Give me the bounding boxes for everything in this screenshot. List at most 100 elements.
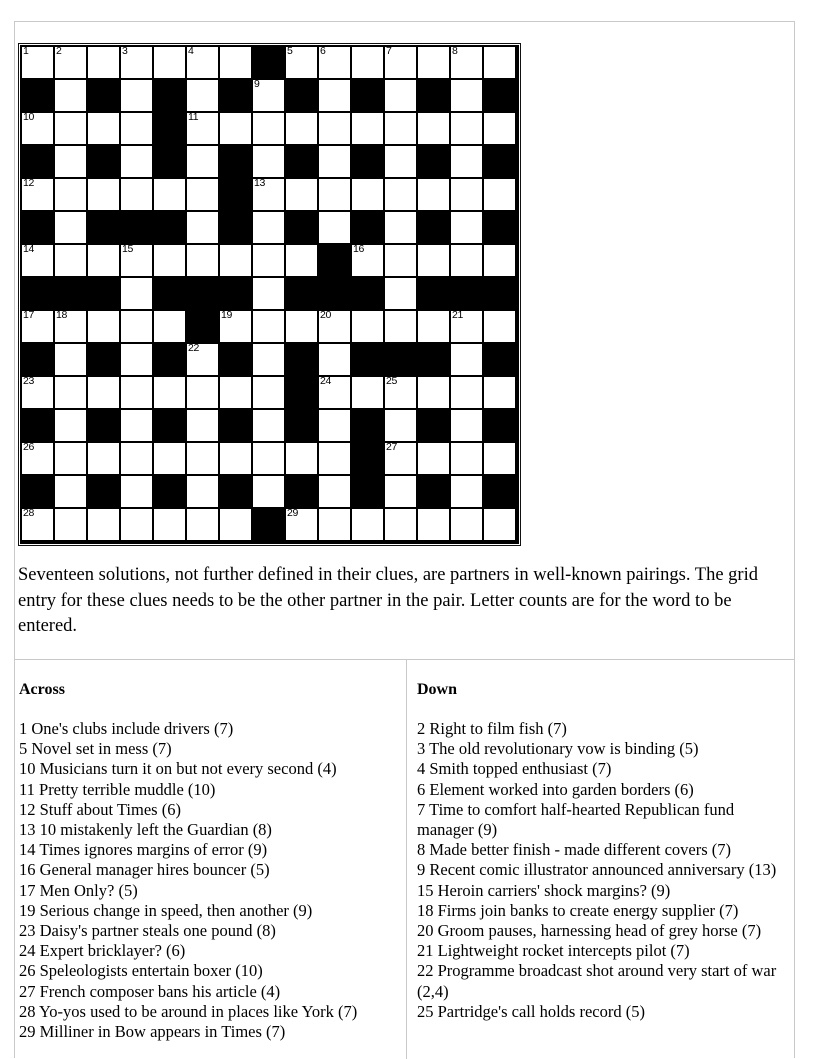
clue-down[interactable]: 2 Right to film fish (7) — [417, 719, 787, 739]
grid-cell[interactable] — [88, 179, 121, 212]
grid-cell[interactable]: 26 — [22, 441, 55, 476]
grid-cell[interactable] — [121, 476, 154, 509]
grid-cell[interactable] — [220, 47, 253, 80]
grid-cell[interactable] — [352, 47, 385, 80]
clue-down[interactable]: 25 Partridge's call holds record (5) — [417, 1002, 787, 1022]
grid-cell[interactable] — [352, 311, 385, 344]
grid-cell[interactable] — [154, 47, 187, 80]
grid-cell[interactable]: 21 — [451, 309, 484, 344]
grid-cell[interactable]: 7 — [385, 45, 418, 80]
grid-cell[interactable] — [253, 212, 286, 245]
grid-cell[interactable] — [253, 410, 286, 443]
grid-cell[interactable] — [154, 509, 187, 542]
grid-cell[interactable] — [319, 410, 352, 443]
grid-cell[interactable] — [385, 509, 418, 542]
grid-cell[interactable]: 11 — [187, 111, 220, 146]
grid-cell[interactable]: 16 — [352, 243, 385, 278]
grid-cell[interactable] — [319, 179, 352, 212]
clue-across[interactable]: 16 General manager hires bouncer (5) — [19, 860, 398, 880]
grid-cell[interactable]: 28 — [22, 507, 55, 542]
grid-cell[interactable] — [352, 179, 385, 212]
grid-cell[interactable]: 4 — [187, 45, 220, 80]
clue-down[interactable]: 8 Made better finish - made different co… — [417, 840, 787, 860]
clue-down[interactable]: 22 Programme broadcast shot around very … — [417, 961, 787, 1001]
clue-down[interactable]: 21 Lightweight rocket intercepts pilot (… — [417, 941, 787, 961]
grid-cell[interactable] — [154, 443, 187, 476]
grid-cell[interactable]: 23 — [22, 375, 55, 410]
grid-cell[interactable] — [88, 443, 121, 476]
grid-cell[interactable] — [451, 245, 484, 278]
grid-cell[interactable] — [286, 245, 319, 278]
grid-cell[interactable] — [286, 311, 319, 344]
clue-down[interactable]: 20 Groom pauses, harnessing head of grey… — [417, 921, 787, 941]
grid-cell[interactable] — [385, 311, 418, 344]
grid-cell[interactable] — [220, 443, 253, 476]
grid-cell[interactable] — [319, 113, 352, 146]
grid-cell[interactable]: 29 — [286, 507, 319, 542]
grid-cell[interactable] — [187, 377, 220, 410]
clue-across[interactable]: 10 Musicians turn it on but not every se… — [19, 759, 398, 779]
grid-cell[interactable] — [121, 377, 154, 410]
grid-cell[interactable] — [55, 113, 88, 146]
grid-cell[interactable] — [253, 476, 286, 509]
grid-cell[interactable] — [121, 509, 154, 542]
grid-cell[interactable] — [55, 344, 88, 377]
grid-cell[interactable] — [484, 113, 517, 146]
grid-cell[interactable] — [418, 113, 451, 146]
grid-cell[interactable] — [385, 278, 418, 311]
grid-cell[interactable] — [352, 377, 385, 410]
grid-cell[interactable]: 15 — [121, 243, 154, 278]
clue-across[interactable]: 14 Times ignores margins of error (9) — [19, 840, 398, 860]
clue-across[interactable]: 19 Serious change in speed, then another… — [19, 901, 398, 921]
clue-across[interactable]: 23 Daisy's partner steals one pound (8) — [19, 921, 398, 941]
grid-cell[interactable]: 3 — [121, 45, 154, 80]
grid-cell[interactable] — [385, 212, 418, 245]
grid-cell[interactable]: 5 — [286, 45, 319, 80]
grid-cell[interactable] — [55, 377, 88, 410]
grid-cell[interactable] — [319, 80, 352, 113]
grid-cell[interactable] — [187, 245, 220, 278]
clue-across[interactable]: 26 Speleologists entertain boxer (10) — [19, 961, 398, 981]
grid-cell[interactable] — [451, 212, 484, 245]
grid-cell[interactable] — [451, 443, 484, 476]
grid-cell[interactable] — [418, 311, 451, 344]
clue-across[interactable]: 27 French composer bans his article (4) — [19, 982, 398, 1002]
grid-cell[interactable] — [418, 179, 451, 212]
clue-down[interactable]: 9 Recent comic illustrator announced ann… — [417, 860, 787, 880]
grid-cell[interactable] — [121, 410, 154, 443]
grid-cell[interactable] — [88, 47, 121, 80]
grid-cell[interactable] — [121, 278, 154, 311]
grid-cell[interactable] — [451, 377, 484, 410]
grid-cell[interactable] — [418, 377, 451, 410]
grid-cell[interactable]: 18 — [55, 309, 88, 344]
grid-cell[interactable] — [253, 146, 286, 179]
grid-cell[interactable] — [319, 146, 352, 179]
grid-cell[interactable] — [253, 311, 286, 344]
grid-cell[interactable] — [319, 476, 352, 509]
grid-cell[interactable] — [484, 311, 517, 344]
grid-cell[interactable] — [187, 80, 220, 113]
grid-cell[interactable] — [154, 245, 187, 278]
grid-cell[interactable] — [319, 344, 352, 377]
grid-cell[interactable] — [187, 146, 220, 179]
grid-cell[interactable] — [451, 113, 484, 146]
grid-cell[interactable] — [121, 443, 154, 476]
grid-cell[interactable] — [385, 245, 418, 278]
clue-down[interactable]: 18 Firms join banks to create energy sup… — [417, 901, 787, 921]
grid-cell[interactable] — [385, 146, 418, 179]
grid-cell[interactable] — [484, 443, 517, 476]
grid-cell[interactable] — [55, 179, 88, 212]
grid-cell[interactable] — [55, 410, 88, 443]
grid-cell[interactable] — [154, 377, 187, 410]
grid-cell[interactable] — [187, 443, 220, 476]
grid-cell[interactable] — [88, 377, 121, 410]
grid-cell[interactable] — [253, 113, 286, 146]
grid-cell[interactable] — [55, 476, 88, 509]
grid-cell[interactable] — [319, 443, 352, 476]
grid-cell[interactable] — [484, 245, 517, 278]
grid-cell[interactable] — [253, 245, 286, 278]
grid-cell[interactable] — [418, 509, 451, 542]
grid-cell[interactable] — [352, 509, 385, 542]
grid-cell[interactable] — [418, 245, 451, 278]
grid-cell[interactable]: 1 — [22, 45, 55, 80]
